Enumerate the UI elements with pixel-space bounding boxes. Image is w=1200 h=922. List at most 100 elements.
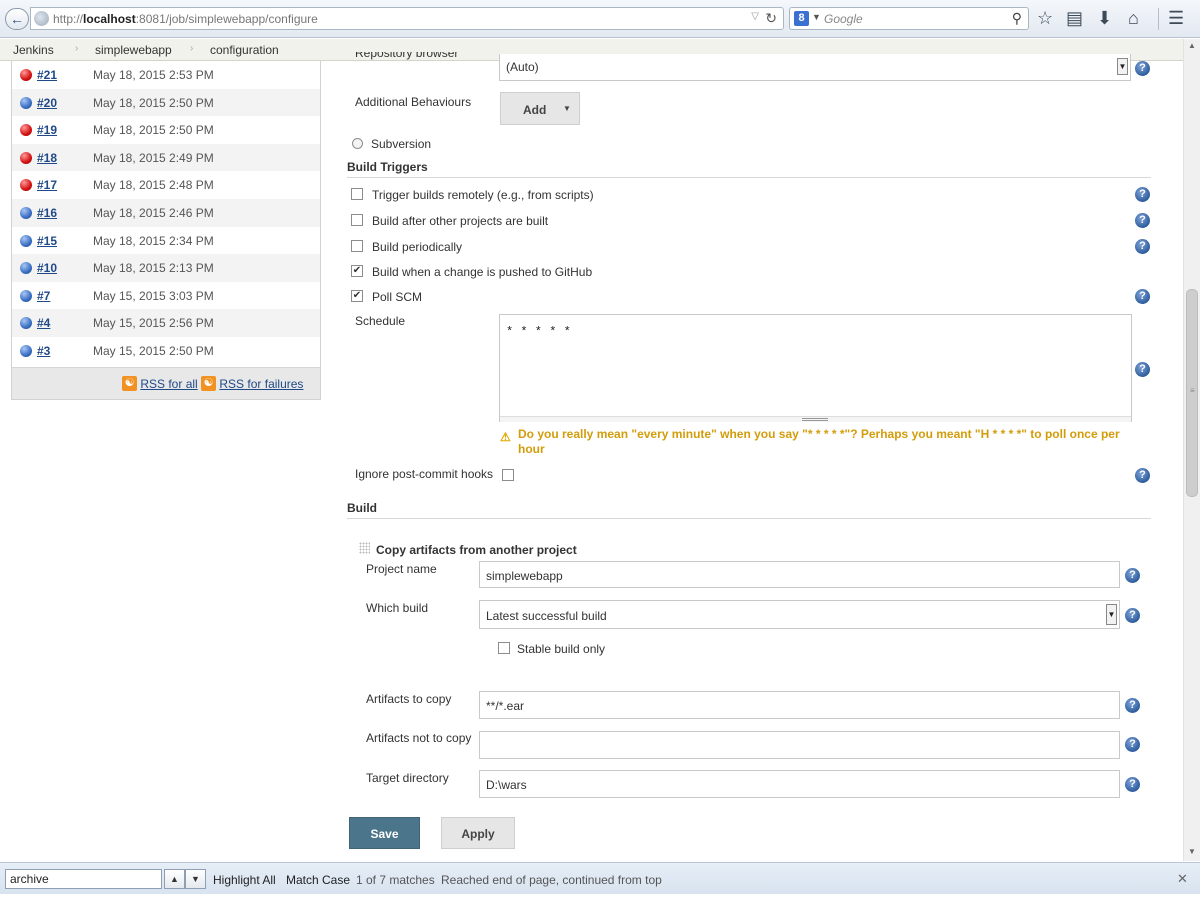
build-status-icon [20, 124, 32, 137]
help-icon[interactable]: ? [1135, 468, 1150, 483]
google-logo-icon[interactable]: 8 [794, 11, 809, 26]
artifacts-not-input[interactable] [479, 731, 1120, 759]
build-date: May 18, 2015 2:50 PM [93, 123, 214, 138]
search-bar[interactable]: 8 ▼ Google ⚲ [789, 7, 1029, 30]
target-dir-label: Target directory [366, 771, 449, 785]
scroll-thumb[interactable]: ≡ [1186, 289, 1198, 497]
target-dir-input[interactable]: D:\wars [479, 770, 1120, 798]
help-icon[interactable]: ? [1135, 187, 1150, 202]
which-build-select[interactable]: Latest successful build ▼ [479, 600, 1120, 629]
help-icon[interactable]: ? [1135, 61, 1150, 76]
globe-icon [34, 11, 49, 26]
build-number-link[interactable]: #10 [37, 261, 57, 275]
build-number-link[interactable]: #16 [37, 206, 57, 220]
reading-list-icon[interactable]: ▤ [1066, 8, 1083, 28]
find-next-icon[interactable]: ▼ [185, 869, 206, 889]
repo-browser-select[interactable]: (Auto) ▼ [499, 54, 1131, 81]
scroll-down-icon[interactable]: ▼ [1188, 847, 1196, 856]
chevron-down-icon: ▼ [563, 104, 571, 113]
rss-failures-link[interactable]: RSS for failures [219, 377, 303, 391]
home-icon[interactable]: ⌂ [1128, 8, 1139, 28]
build-number-link[interactable]: #18 [37, 151, 57, 165]
trigger-label: Poll SCM [372, 290, 423, 304]
highlight-all-toggle[interactable]: Highlight All [213, 873, 276, 887]
build-date: May 18, 2015 2:34 PM [93, 233, 214, 248]
build-number-link[interactable]: #3 [37, 344, 50, 358]
build-number-link[interactable]: #7 [37, 289, 50, 303]
reload-icon[interactable]: ↻ [765, 10, 777, 27]
help-icon[interactable]: ? [1125, 777, 1140, 792]
breadcrumb-separator-icon: › [190, 43, 194, 54]
find-bar: archive ▲ ▼ Highlight All Match Case 1 o… [0, 862, 1200, 894]
search-icon[interactable]: ⚲ [1012, 10, 1022, 27]
add-behaviour-button[interactable]: Add ▼ [500, 92, 580, 125]
help-icon[interactable]: ? [1125, 608, 1140, 623]
build-status-icon [20, 262, 32, 275]
schedule-textarea[interactable]: * * * * * [499, 314, 1132, 422]
find-input[interactable]: archive [5, 869, 162, 889]
save-button[interactable]: Save [349, 817, 420, 849]
build-history-row: #7 May 15, 2015 3:03 PM [12, 282, 320, 310]
build-number-link[interactable]: #21 [37, 68, 57, 82]
back-arrow-icon[interactable]: ← [5, 8, 29, 30]
trigger-checkbox[interactable]: ✔ [351, 290, 363, 302]
help-icon[interactable]: ? [1125, 737, 1140, 752]
schedule-label: Schedule [355, 314, 406, 328]
close-icon[interactable]: ✕ [1177, 871, 1188, 887]
build-history-row: #21 May 18, 2015 2:53 PM [12, 61, 320, 89]
find-previous-icon[interactable]: ▲ [164, 869, 185, 889]
drag-handle-icon[interactable] [359, 542, 370, 554]
which-build-label: Which build [366, 601, 429, 615]
select-arrow-icon[interactable]: ▼ [1117, 58, 1128, 75]
build-date: May 15, 2015 2:56 PM [93, 316, 214, 331]
breadcrumb-jenkins[interactable]: Jenkins [13, 43, 54, 57]
help-icon[interactable]: ? [1135, 239, 1150, 254]
apply-button[interactable]: Apply [441, 817, 515, 849]
star-icon[interactable]: ☆ [1037, 8, 1053, 28]
rss-icon: ☯ [201, 376, 217, 392]
subversion-radio[interactable] [352, 138, 363, 149]
toolbar-divider [1158, 8, 1159, 30]
ignore-hooks-checkbox[interactable] [502, 469, 514, 481]
download-icon[interactable]: ⬇ [1097, 8, 1112, 28]
chevron-down-icon[interactable]: ▼ [812, 12, 821, 22]
stable-build-checkbox[interactable] [498, 642, 510, 654]
url-bar[interactable]: http://localhost:8081/job/simplewebapp/c… [30, 7, 784, 30]
trigger-checkbox[interactable] [351, 188, 363, 200]
project-name-input[interactable]: simplewebapp [479, 561, 1120, 588]
rss-all-link[interactable]: RSS for all [140, 377, 197, 391]
build-history-row: #17 May 18, 2015 2:48 PM [12, 171, 320, 199]
build-number-link[interactable]: #4 [37, 316, 50, 330]
scroll-up-icon[interactable]: ▲ [1188, 41, 1196, 50]
breadcrumb-configuration[interactable]: configuration [210, 43, 279, 57]
trigger-checkbox[interactable] [351, 240, 363, 252]
help-icon[interactable]: ? [1135, 213, 1150, 228]
help-icon[interactable]: ? [1125, 698, 1140, 713]
help-icon[interactable]: ? [1125, 568, 1140, 583]
help-icon[interactable]: ? [1135, 289, 1150, 304]
vertical-scrollbar[interactable]: ▲ ≡ ▼ [1183, 39, 1200, 861]
artifacts-input[interactable]: **/*.ear [479, 691, 1120, 719]
build-number-link[interactable]: #17 [37, 178, 57, 192]
build-number-link[interactable]: #15 [37, 234, 57, 248]
artifacts-not-label: Artifacts not to copy [366, 731, 472, 745]
select-arrow-icon[interactable]: ▼ [1106, 604, 1117, 625]
help-icon[interactable]: ? [1135, 362, 1150, 377]
textarea-resize-handle[interactable] [500, 416, 1131, 422]
build-number-link[interactable]: #20 [37, 96, 57, 110]
match-count: 1 of 7 matches [356, 873, 435, 887]
trigger-checkbox[interactable] [351, 214, 363, 226]
build-number-link[interactable]: #19 [37, 123, 57, 137]
url-dropdown-icon[interactable]: ▽ [751, 11, 759, 22]
build-date: May 18, 2015 2:49 PM [93, 150, 214, 165]
build-status-icon [20, 344, 32, 357]
trigger-checkbox[interactable]: ✔ [351, 265, 363, 277]
rss-icon: ☯ [122, 376, 137, 392]
match-case-toggle[interactable]: Match Case [286, 873, 350, 887]
artifacts-label: Artifacts to copy [366, 692, 452, 706]
build-history-row: #4 May 15, 2015 2:56 PM [12, 309, 320, 337]
breadcrumb-job[interactable]: simplewebapp [95, 43, 172, 57]
menu-icon[interactable]: ☰ [1168, 8, 1184, 28]
search-placeholder: Google [824, 12, 863, 26]
build-history-row: #20 May 18, 2015 2:50 PM [12, 88, 320, 117]
